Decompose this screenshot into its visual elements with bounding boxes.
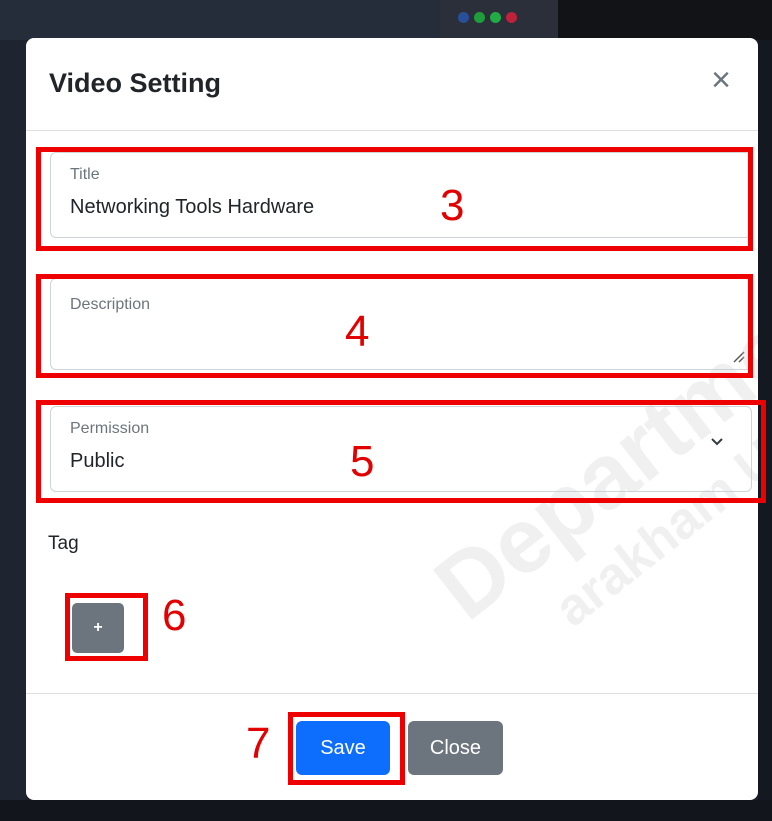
modal-footer: Save Close (26, 693, 758, 800)
description-field[interactable]: Description (50, 278, 752, 370)
background-dark-area (558, 0, 772, 40)
background-topbar (0, 0, 440, 40)
status-dot (506, 12, 517, 23)
modal-title: Video Setting (49, 68, 222, 98)
add-tag-button[interactable]: + (72, 603, 124, 653)
permission-select-value: Public (70, 450, 125, 472)
video-setting-modal: Video Setting × Title Networking Tools H… (26, 38, 758, 800)
status-dot (458, 12, 469, 23)
title-field[interactable]: Title Networking Tools Hardware (50, 152, 752, 238)
resize-grip-icon[interactable] (733, 351, 745, 363)
tag-label: Tag (48, 533, 79, 554)
title-field-value: Networking Tools Hardware (70, 196, 315, 218)
save-button[interactable]: Save (296, 721, 390, 775)
permission-select-label: Permission (70, 420, 150, 437)
background-bottom (0, 800, 772, 821)
title-field-label: Title (70, 166, 100, 183)
background-left (0, 40, 26, 821)
status-dot (490, 12, 501, 23)
modal-header: Video Setting × (26, 38, 758, 131)
toolbar-status-dots (458, 12, 517, 23)
description-field-label: Description (70, 296, 151, 313)
close-icon[interactable]: × (706, 63, 736, 97)
chevron-down-icon (711, 438, 723, 446)
close-button[interactable]: Close (408, 721, 503, 775)
background-right (758, 40, 772, 821)
status-dot (474, 12, 485, 23)
permission-select[interactable]: Permission Public (50, 406, 752, 492)
